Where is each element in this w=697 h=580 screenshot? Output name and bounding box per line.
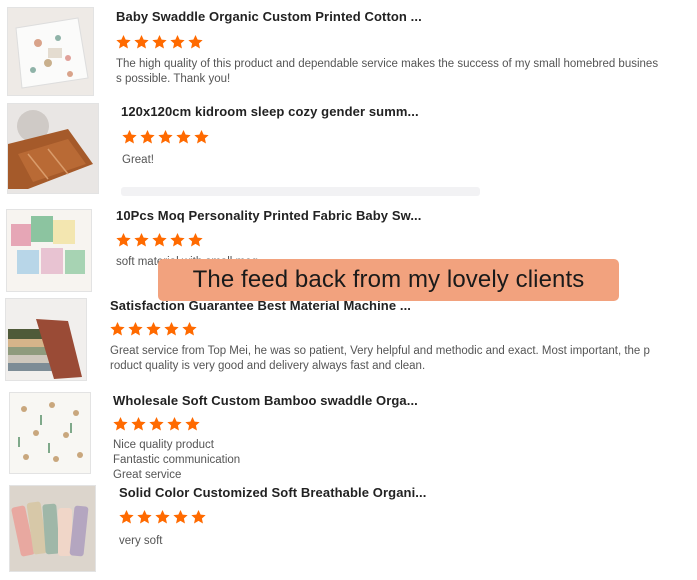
star-icon: [139, 129, 156, 145]
star-icon: [148, 416, 165, 432]
divider: [121, 187, 480, 196]
product-title[interactable]: Baby Swaddle Organic Custom Printed Cott…: [116, 9, 422, 24]
rating-stars: [115, 34, 204, 50]
star-icon: [181, 321, 198, 337]
star-icon: [193, 129, 210, 145]
rating-stars: [112, 416, 201, 432]
star-icon: [187, 34, 204, 50]
star-icon: [157, 129, 174, 145]
star-icon: [175, 129, 192, 145]
star-icon: [136, 509, 153, 525]
product-photo-icon: [10, 393, 90, 473]
product-image-solid-color-rolls[interactable]: [9, 485, 96, 572]
product-photo-icon: [8, 8, 93, 95]
review-comment: Nice quality product Fantastic communica…: [113, 439, 241, 481]
star-icon: [121, 129, 138, 145]
star-icon: [172, 509, 189, 525]
star-icon: [151, 34, 168, 50]
star-icon: [169, 34, 186, 50]
product-title[interactable]: Wholesale Soft Custom Bamboo swaddle Org…: [113, 393, 418, 408]
product-photo-icon: [7, 210, 91, 291]
product-title[interactable]: Solid Color Customized Soft Breathable O…: [119, 485, 426, 500]
product-photo-icon: [6, 299, 86, 380]
star-icon: [118, 509, 135, 525]
review-comment: Great!: [122, 154, 154, 166]
star-icon: [187, 232, 204, 248]
star-icon: [169, 232, 186, 248]
review-comment: The high quality of this product and dep…: [116, 58, 659, 85]
star-icon: [166, 416, 183, 432]
product-image-brown-blanket[interactable]: [7, 103, 99, 194]
star-icon: [127, 321, 144, 337]
feedback-banner: The feed back from my lovely clients: [158, 259, 619, 301]
star-icon: [133, 232, 150, 248]
star-icon: [115, 34, 132, 50]
rating-stars: [115, 232, 204, 248]
product-title[interactable]: 10Pcs Moq Personality Printed Fabric Bab…: [116, 208, 421, 223]
star-icon: [163, 321, 180, 337]
star-icon: [190, 509, 207, 525]
star-icon: [151, 232, 168, 248]
star-icon: [145, 321, 162, 337]
star-icon: [115, 232, 132, 248]
product-image-bamboo-swaddle[interactable]: [9, 392, 91, 474]
rating-stars: [121, 129, 210, 145]
review-comment: Great service from Top Mei, he was so pa…: [110, 345, 650, 372]
product-photo-icon: [10, 486, 95, 571]
star-icon: [109, 321, 126, 337]
star-icon: [184, 416, 201, 432]
product-title[interactable]: 120x120cm kidroom sleep cozy gender summ…: [121, 104, 419, 119]
rating-stars: [109, 321, 198, 337]
product-image-muslin-stack[interactable]: [5, 298, 87, 381]
review-comment: very soft: [119, 535, 163, 547]
star-icon: [133, 34, 150, 50]
product-image-printed-swaddle[interactable]: [7, 7, 94, 96]
star-icon: [154, 509, 171, 525]
product-photo-icon: [8, 104, 98, 193]
rating-stars: [118, 509, 207, 525]
product-image-printed-fabric[interactable]: [6, 209, 92, 292]
star-icon: [112, 416, 129, 432]
star-icon: [130, 416, 147, 432]
